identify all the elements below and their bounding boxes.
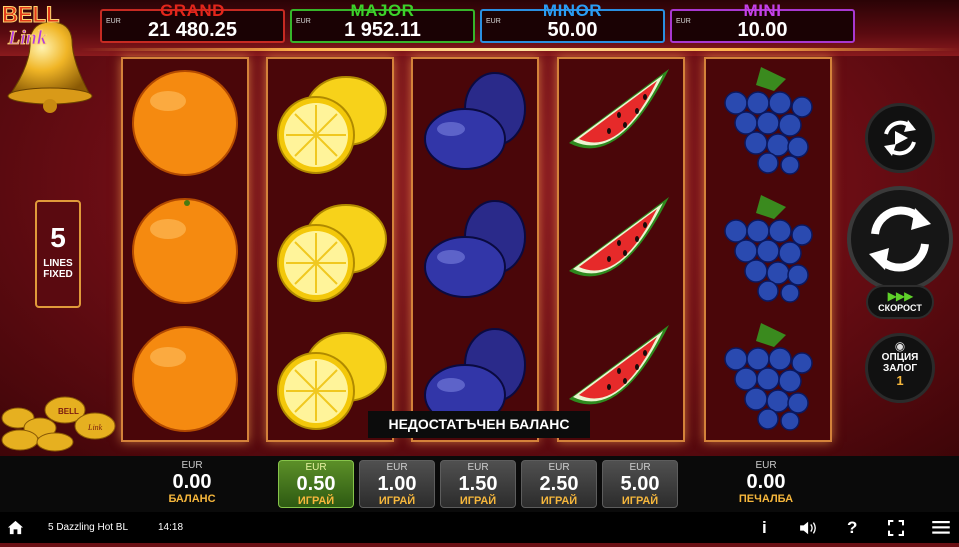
grapes-icon <box>724 195 813 303</box>
status-bar: 5 Dazzling Hot BL 14:18 i ? <box>0 512 959 543</box>
lemon-icon <box>277 76 387 174</box>
bet-play-label: ИГРАЙ <box>378 495 416 507</box>
bet-play-label: ИГРАЙ <box>297 495 335 507</box>
help-button[interactable]: ? <box>847 512 857 543</box>
game-title: 5 Dazzling Hot BL <box>48 522 129 533</box>
jackpot-name: MINI <box>743 1 782 20</box>
bet-currency: EUR <box>305 462 327 473</box>
coins-icon: ◉ <box>894 339 906 353</box>
plum-icon <box>424 200 526 298</box>
bet-currency: EUR <box>629 462 651 473</box>
bet-play-label: ИГРАЙ <box>459 495 497 507</box>
svg-text:BELL: BELL <box>2 2 59 27</box>
svg-text:Link: Link <box>7 27 47 49</box>
win-label: ПЕЧАЛБА <box>738 493 794 505</box>
clock: 14:18 <box>158 522 184 533</box>
bet-option-label: ОПЦИЯ <box>881 352 919 363</box>
reel-2 <box>266 57 394 442</box>
grapes-icon <box>724 67 813 175</box>
orange-icon <box>132 70 238 176</box>
bet-play-label: ИГРАЙ <box>621 495 659 507</box>
svg-text:Link: Link <box>87 423 103 432</box>
gold-coins-decoration: BELL Link <box>1 396 116 452</box>
speaker-icon <box>800 521 816 535</box>
bet-value: 5.00 <box>620 473 660 495</box>
bet-button-2-50[interactable]: EUR 2.50 ИГРАЙ <box>521 460 597 508</box>
sound-button[interactable] <box>799 512 821 543</box>
bet-currency: EUR <box>467 462 489 473</box>
bet-value: 1.00 <box>377 473 417 495</box>
win-display: EUR 0.00 ПЕЧАЛБА <box>716 460 816 505</box>
jackpot-grand: GRAND EUR 21 480.25 <box>100 1 285 43</box>
watermelon-icon <box>569 197 669 277</box>
reel-4 <box>557 57 685 442</box>
jackpot-name: MAJOR <box>350 1 415 20</box>
hamburger-menu-icon <box>932 521 950 534</box>
orange-icon <box>132 198 238 304</box>
orange-icon <box>132 326 238 432</box>
fast-forward-icon: ▶▶▶ <box>887 289 914 303</box>
jackpot-major: MAJOR EUR 1 952.11 <box>290 1 475 43</box>
home-button[interactable] <box>7 512 25 543</box>
svg-text:BELL: BELL <box>58 407 79 416</box>
info-button[interactable]: i <box>762 512 767 543</box>
jackpot-value: 50.00 <box>547 19 598 41</box>
balance-display: EUR 0.00 БАЛАНС <box>142 460 242 505</box>
spin-button[interactable] <box>847 186 953 292</box>
win-currency: EUR <box>755 460 777 471</box>
menu-button[interactable] <box>932 512 952 543</box>
bell-link-logo: BELL Link <box>2 2 93 113</box>
plum-icon <box>424 72 526 170</box>
reel-1 <box>121 57 249 442</box>
lemon-icon <box>277 204 387 302</box>
jackpot-minor: MINOR EUR 50.00 <box>480 1 665 43</box>
lines-fixed-indicator: 5 LINES FIXED <box>35 200 81 308</box>
grapes-icon <box>724 323 813 431</box>
bet-button-0-50[interactable]: EUR 0.50 ИГРАЙ <box>278 460 354 508</box>
speed-button[interactable]: ▶▶▶ СКОРОСТ <box>866 285 934 319</box>
bet-currency: EUR <box>386 462 408 473</box>
home-icon <box>7 520 24 535</box>
jackpot-value: 21 480.25 <box>148 19 237 41</box>
autoplay-button[interactable] <box>865 103 935 173</box>
jackpot-value: 1 952.11 <box>344 19 421 41</box>
jackpot-value: 10.00 <box>737 19 788 41</box>
jackpot-bar-glow <box>80 48 959 51</box>
fullscreen-icon <box>887 519 905 537</box>
lines-fixed-label: FIXED <box>43 269 73 280</box>
bet-button-1-50[interactable]: EUR 1.50 ИГРАЙ <box>440 460 516 508</box>
lines-count: 5 <box>50 222 66 253</box>
bet-value: 1.50 <box>458 473 498 495</box>
bet-currency: EUR <box>548 462 570 473</box>
bet-option-value: 1 <box>896 373 904 388</box>
spin-icon <box>869 206 931 272</box>
autoplay-icon <box>884 120 916 156</box>
balance-value: 0.00 <box>172 471 212 493</box>
bet-play-label: ИГРАЙ <box>540 495 578 507</box>
jackpot-name: MINOR <box>542 1 603 20</box>
bet-value: 0.50 <box>296 473 336 495</box>
balance-label: БАЛАНС <box>168 493 216 505</box>
jackpot-mini: MINI EUR 10.00 <box>670 1 855 43</box>
bet-option-button[interactable]: ◉ ОПЦИЯ ЗАЛОГ 1 <box>865 333 935 403</box>
reel-3 <box>411 57 539 442</box>
jackpot-name: GRAND <box>160 1 225 20</box>
speed-label: СКОРОСТ <box>878 303 922 313</box>
bet-button-5-00[interactable]: EUR 5.00 ИГРАЙ <box>602 460 678 508</box>
balance-currency: EUR <box>181 460 203 471</box>
win-value: 0.00 <box>746 471 786 493</box>
bet-value: 2.50 <box>539 473 579 495</box>
insufficient-balance-message: НЕДОСТАТЪЧЕН БАЛАНС <box>368 411 590 438</box>
lines-label: LINES <box>43 258 73 269</box>
fullscreen-button[interactable] <box>887 512 906 543</box>
watermelon-icon <box>569 69 669 149</box>
reel-5 <box>704 57 832 442</box>
bet-button-1-00[interactable]: EUR 1.00 ИГРАЙ <box>359 460 435 508</box>
